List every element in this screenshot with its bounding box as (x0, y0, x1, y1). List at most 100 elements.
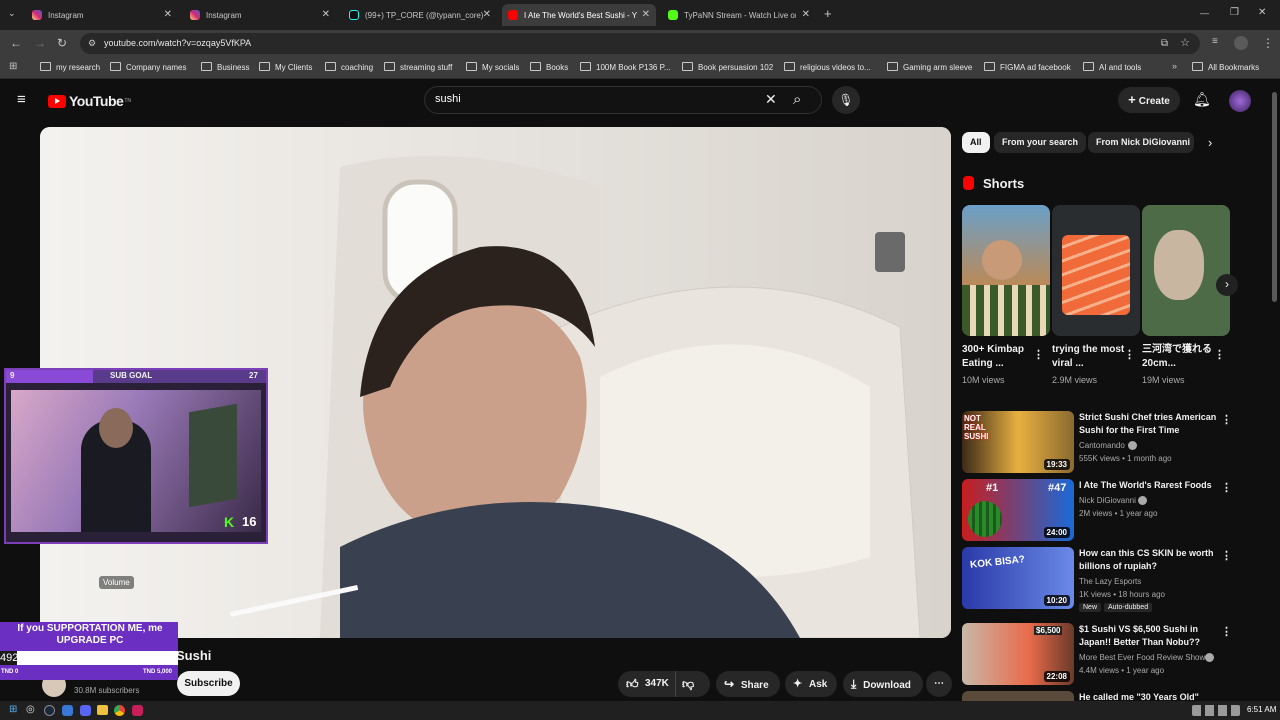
channel-name[interactable]: Cantomando (1079, 441, 1125, 450)
bookmark-folder[interactable]: Book persuasion 102 (682, 62, 773, 72)
video-thumbnail[interactable]: KOK BISA? 10:20 (962, 547, 1074, 609)
bookmark-folder[interactable]: Books (530, 62, 568, 72)
video-thumbnail[interactable]: #1 #47 24:00 (962, 479, 1074, 541)
dislike-button[interactable]: 👎︎ (682, 671, 694, 697)
bookmark-folder[interactable]: My socials (466, 62, 519, 72)
restore-icon[interactable]: ❐ (1230, 7, 1239, 18)
short-thumbnail[interactable] (1052, 205, 1140, 336)
channel-name[interactable]: The Lazy Esports (1079, 577, 1141, 586)
video-title[interactable]: Strict Sushi Chef tries American Sushi f… (1079, 411, 1219, 437)
browser-tab[interactable]: Instagram ✕ (184, 4, 336, 26)
more-bookmarks-icon[interactable]: » (1172, 61, 1177, 71)
video-thumbnail[interactable]: $6,500 22:08 (962, 623, 1074, 685)
shorts-next-icon[interactable]: › (1216, 274, 1238, 296)
video-title[interactable]: $1 Sushi VS $6,500 Sushi in Japan!! Bett… (1079, 623, 1219, 649)
browser-tab[interactable]: Instagram ✕ (26, 4, 178, 26)
new-tab-button[interactable]: + (824, 6, 832, 21)
close-icon[interactable]: ✕ (164, 9, 172, 20)
short-title[interactable]: 300+ Kimbap Eating ... (962, 343, 1038, 371)
page-scrollbar[interactable] (1272, 92, 1277, 302)
short-title[interactable]: 三河湾で獲れる20cm... (1142, 343, 1218, 371)
tray-icons[interactable] (1192, 705, 1240, 716)
address-bar[interactable]: ⚙ youtube.com/watch?v=ozqay5VfKPA ⧉ ☆ (80, 33, 1200, 54)
short-thumbnail[interactable] (962, 205, 1050, 336)
close-icon[interactable]: ✕ (483, 9, 491, 20)
voice-search-icon[interactable]: 🎙 (832, 86, 860, 114)
search-icon[interactable]: ⌕ (793, 91, 801, 108)
short-options-icon[interactable]: ⋮ (1033, 348, 1044, 361)
video-title[interactable]: How can this CS SKIN be worth billions o… (1079, 547, 1219, 573)
short-options-icon[interactable]: ⋮ (1124, 348, 1135, 361)
clear-search-icon[interactable]: ✕ (765, 91, 777, 108)
browser-tab[interactable]: (99+) TP_CORE (@typann_core) ✕ (343, 4, 497, 26)
bookmark-folder[interactable]: FIGMA ad facebook (984, 62, 1071, 72)
video-options-icon[interactable]: ⋮ (1221, 549, 1232, 562)
site-info-icon[interactable]: ⚙ (88, 33, 96, 54)
account-avatar[interactable] (1229, 90, 1251, 112)
browser-tab[interactable]: TyPaNN Stream - Watch Live on ✕ (662, 4, 816, 26)
video-options-icon[interactable]: ⋮ (1221, 413, 1232, 426)
window-close-icon[interactable]: ✕ (1258, 7, 1266, 18)
short-options-icon[interactable]: ⋮ (1214, 348, 1225, 361)
bookmark-star-icon[interactable]: ☆ (1180, 33, 1190, 54)
minimize-icon[interactable]: — (1200, 8, 1209, 18)
share-button[interactable]: ↪ Share (716, 671, 780, 697)
channel-name[interactable]: More Best Ever Food Review Show (1079, 653, 1205, 662)
install-app-icon[interactable]: ⧉ (1161, 33, 1168, 54)
search-box[interactable]: sushi ✕ ⌕ (424, 86, 822, 114)
file-explorer-icon[interactable] (97, 705, 108, 715)
bookmark-folder[interactable]: Gaming arm sleeve (887, 62, 972, 72)
download-button[interactable]: ⤓ Download (843, 671, 923, 697)
menu-kebab-icon[interactable]: ⋮ (1262, 36, 1274, 50)
bookmark-folder[interactable]: 100M Book P136 P... (580, 62, 671, 72)
chip-all[interactable]: All (962, 132, 990, 153)
video-options-icon[interactable]: ⋮ (1221, 625, 1232, 638)
bookmark-folder[interactable]: religious videos to... (784, 62, 871, 72)
chips-next-icon[interactable]: › (1208, 135, 1212, 150)
like-button[interactable]: 👍︎ 347K (618, 671, 676, 697)
discord-icon[interactable] (80, 705, 91, 716)
create-button[interactable]: + Create (1118, 87, 1180, 113)
bookmark-folder[interactable]: My Clients (259, 62, 312, 72)
video-options-icon[interactable]: ⋮ (1221, 481, 1232, 494)
close-icon[interactable]: ✕ (642, 9, 650, 20)
bookmark-folder[interactable]: AI and tools (1083, 62, 1141, 72)
apps-grid-icon[interactable]: ⊞ (9, 61, 17, 72)
extensions-icon[interactable]: ≡ (1212, 36, 1218, 47)
close-icon[interactable]: ✕ (802, 9, 810, 20)
subscribe-button[interactable]: Subscribe (177, 671, 240, 696)
search-input[interactable]: sushi (435, 93, 461, 105)
bookmark-folder[interactable]: coaching (325, 62, 373, 72)
app-icon[interactable] (62, 705, 73, 716)
video-thumbnail[interactable]: NOT REAL SUSHI 19:33 (962, 411, 1074, 473)
short-title[interactable]: trying the most viral ... (1052, 343, 1128, 371)
video-thumbnail[interactable] (962, 691, 1074, 701)
all-bookmarks[interactable]: All Bookmarks (1192, 62, 1259, 72)
bookmark-folder[interactable]: my research (40, 62, 100, 72)
reload-icon[interactable]: ↻ (57, 36, 67, 50)
youtube-logo[interactable]: YouTube TN (48, 93, 131, 109)
forward-icon[interactable]: → (34, 36, 46, 50)
more-actions-button[interactable]: ⋯ (926, 671, 952, 697)
chip-from-your-search[interactable]: From your search (994, 132, 1087, 153)
tab-search-chevron-icon[interactable]: ⌄ (8, 8, 16, 19)
bookmark-folder[interactable]: Business (201, 62, 249, 72)
ask-button[interactable]: ✦ Ask (785, 671, 837, 697)
close-icon[interactable]: ✕ (322, 9, 330, 20)
hamburger-menu-icon[interactable]: ≡ (17, 91, 26, 108)
chip-from-channel[interactable]: From Nick DiGiovanni (1088, 132, 1194, 153)
back-icon[interactable]: ← (10, 36, 22, 50)
browser-tab-active[interactable]: I Ate The World's Best Sushi - Y ✕ (502, 4, 656, 26)
app-icon[interactable] (132, 705, 143, 716)
steam-icon[interactable] (44, 705, 55, 716)
video-title[interactable]: I Ate The World's Rarest Foods (1079, 479, 1219, 492)
profile-avatar[interactable] (1234, 36, 1248, 50)
start-icon[interactable]: ⊞ (9, 704, 17, 715)
bookmark-folder[interactable]: Company names (110, 62, 186, 72)
search-icon[interactable]: ◎ (26, 704, 35, 715)
notifications-bell-icon[interactable]: 🔔︎ (1193, 91, 1211, 108)
channel-name[interactable]: Nick DiGiovanni (1079, 496, 1136, 505)
video-title[interactable]: He called me "30 Years Old" (1079, 691, 1219, 701)
chrome-icon[interactable] (114, 705, 125, 716)
bookmark-folder[interactable]: streaming stuff (384, 62, 452, 72)
